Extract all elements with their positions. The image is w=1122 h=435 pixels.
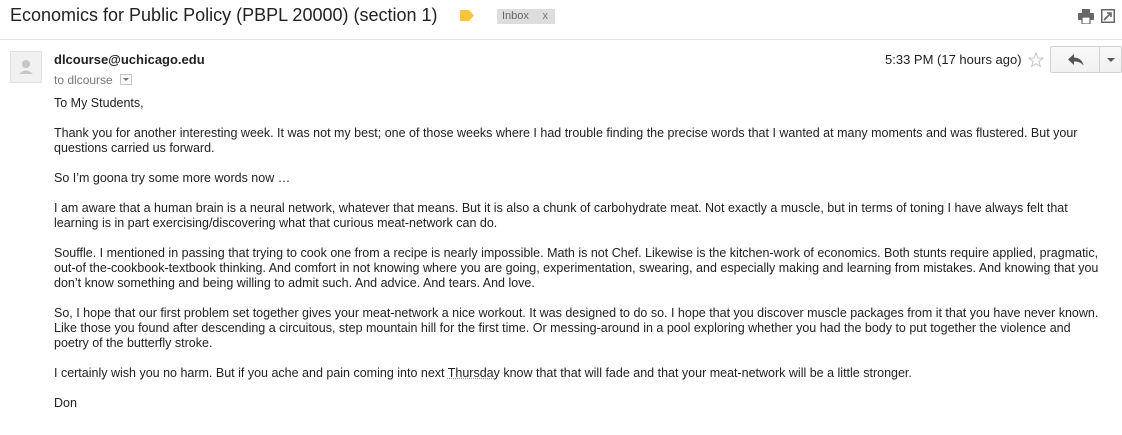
more-actions-dropdown[interactable] xyxy=(1099,46,1122,73)
signature: Don xyxy=(54,396,77,410)
paragraph-2: So I’m goona try some more words now … xyxy=(54,171,291,185)
paragraph-1: Thank you for another interesting week. … xyxy=(54,126,1078,155)
sender-email[interactable]: dlcourse@uchicago.edu xyxy=(54,52,205,67)
recipient-prefix: to xyxy=(54,73,65,87)
new-window-icon[interactable] xyxy=(1101,9,1115,23)
star-icon[interactable] xyxy=(1028,52,1044,68)
recipient-line: to dlcourse xyxy=(54,73,133,87)
calendar-date-link[interactable]: Thursday xyxy=(448,366,500,380)
reply-button[interactable] xyxy=(1050,46,1100,73)
paragraph-6-start: I certainly wish you no harm. But if you… xyxy=(54,366,448,380)
inbox-label-chip[interactable]: Inbox x xyxy=(497,9,555,24)
subject-bar: Economics for Public Policy (PBPL 20000)… xyxy=(0,0,1122,38)
paragraph-5: So, I hope that our first problem set to… xyxy=(54,306,1099,350)
paragraph-6: I certainly wish you no harm. But if you… xyxy=(54,366,1104,381)
print-icon[interactable] xyxy=(1078,9,1094,24)
greeting: To My Students, xyxy=(54,96,144,110)
message-timestamp: 5:33 PM (17 hours ago) xyxy=(885,52,1022,67)
inbox-label-text: Inbox xyxy=(502,10,529,22)
avatar-icon xyxy=(19,60,33,74)
email-subject: Economics for Public Policy (PBPL 20000)… xyxy=(10,5,438,25)
header-divider xyxy=(0,39,1122,40)
reply-icon xyxy=(1068,54,1084,66)
recipient-name: dlcourse xyxy=(67,73,113,87)
paragraph-3: I am aware that a human brain is a neura… xyxy=(54,201,1068,230)
paragraph-4: Souffle. I mentioned in passing that try… xyxy=(54,246,1099,290)
message-body: To My Students, Thank you for another in… xyxy=(54,96,1104,426)
sender-avatar[interactable] xyxy=(10,51,42,83)
show-details-dropdown[interactable] xyxy=(120,74,133,86)
label-tag-icon[interactable] xyxy=(460,10,474,21)
paragraph-6-end: know that that will fade and that your m… xyxy=(499,366,912,380)
remove-label-button[interactable]: x xyxy=(543,9,549,24)
